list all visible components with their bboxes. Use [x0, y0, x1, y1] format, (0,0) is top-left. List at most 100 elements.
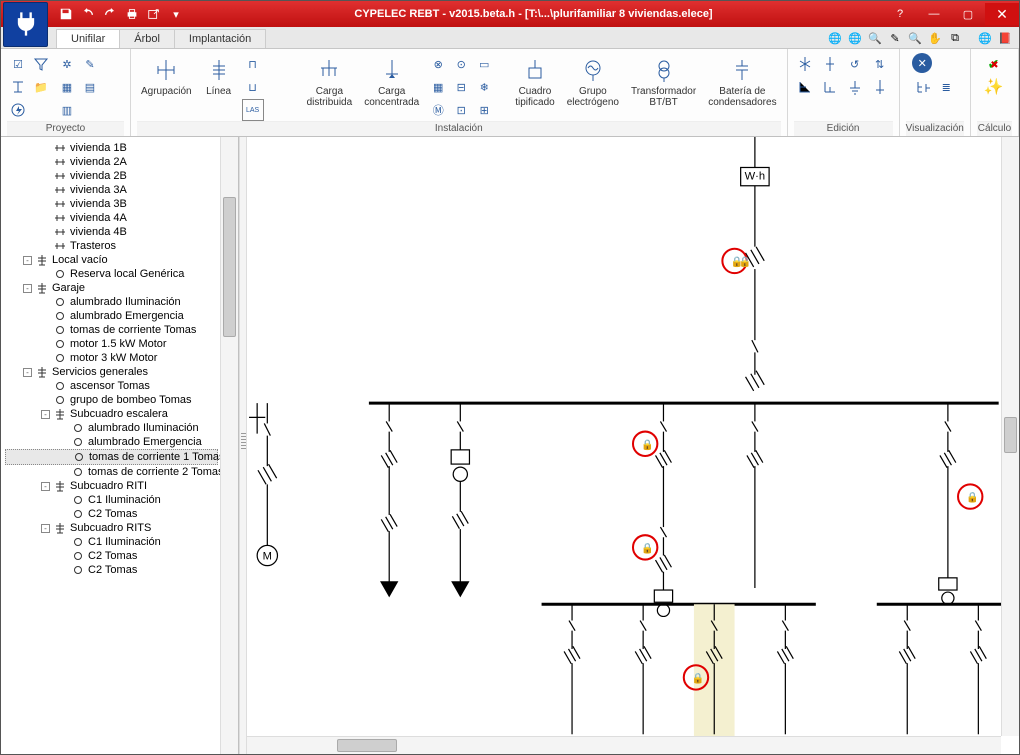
- tree-item[interactable]: alumbrado Emergencia: [5, 309, 218, 323]
- branch1-icon[interactable]: [794, 76, 816, 98]
- box-icon[interactable]: ▭: [473, 53, 495, 75]
- tree-item[interactable]: vivienda 3B: [5, 197, 218, 211]
- grid-icon[interactable]: ▤: [79, 76, 101, 98]
- rotate-icon[interactable]: ↺: [844, 53, 866, 75]
- tree-item[interactable]: grupo de bombeo Tomas: [5, 393, 218, 407]
- tree-toggle-icon[interactable]: -: [41, 524, 50, 533]
- linea-button[interactable]: Línea: [200, 53, 238, 99]
- print-icon[interactable]: [124, 6, 140, 22]
- book-icon[interactable]: 📕: [997, 30, 1013, 46]
- canvas-h-scrollbar[interactable]: [247, 736, 1001, 754]
- tree-item[interactable]: tomas de corriente Tomas: [5, 323, 218, 337]
- tree-item[interactable]: motor 3 kW Motor: [5, 351, 218, 365]
- maximize-button[interactable]: ▢: [951, 3, 985, 25]
- tree-item[interactable]: C1 Iluminación: [5, 493, 218, 507]
- socket-icon[interactable]: ⊙: [450, 53, 472, 75]
- splitter-handle[interactable]: [239, 137, 247, 754]
- tree-item[interactable]: vivienda 1B: [5, 141, 218, 155]
- tree-item[interactable]: -Garaje: [5, 281, 218, 295]
- swap-icon[interactable]: ⇅: [869, 53, 891, 75]
- tree-item[interactable]: vivienda 2B: [5, 169, 218, 183]
- agrupacion-button[interactable]: Agrupación: [137, 53, 196, 99]
- tree-toggle-icon[interactable]: -: [23, 368, 32, 377]
- close-button[interactable]: ✕: [985, 3, 1019, 25]
- tree-item[interactable]: C2 Tomas: [5, 507, 218, 521]
- grupo-electrogeno-button[interactable]: Grupo electrógeno: [563, 53, 623, 110]
- project-tree[interactable]: vivienda 1Bvivienda 2Avivienda 2B viviend…: [1, 137, 220, 754]
- tree-item[interactable]: Trasteros: [5, 239, 218, 253]
- tab-implantacion[interactable]: Implantación: [174, 29, 266, 48]
- tree-diagram-icon[interactable]: [7, 76, 29, 98]
- cut-pole-icon[interactable]: [794, 53, 816, 75]
- tab-unifilar[interactable]: Unifilar: [56, 29, 120, 48]
- tree-item[interactable]: vivienda 2A: [5, 155, 218, 169]
- tree-item[interactable]: -Subcuadro RITS: [5, 521, 218, 535]
- tree-item[interactable]: motor 1.5 kW Motor: [5, 337, 218, 351]
- hand-pan-icon[interactable]: ✋: [927, 30, 943, 46]
- doc-icon[interactable]: ▥: [56, 99, 78, 121]
- funnel-icon[interactable]: [30, 53, 52, 75]
- outlet-icon[interactable]: ⊡: [450, 99, 472, 121]
- tree-item[interactable]: ascensor Tomas: [5, 379, 218, 393]
- transformador-button[interactable]: Transformador BT/BT: [627, 53, 700, 110]
- globe-refresh-icon[interactable]: 🌐: [827, 30, 843, 46]
- carga-concentrada-button[interactable]: Carga concentrada: [360, 53, 423, 110]
- tree-toggle-icon[interactable]: -: [23, 256, 32, 265]
- tree-item[interactable]: alumbrado Emergencia: [5, 435, 218, 449]
- tree-item[interactable]: Reserva local Genérica: [5, 267, 218, 281]
- carga-distribuida-button[interactable]: Carga distribuida: [303, 53, 357, 110]
- load-sm-icon[interactable]: ⊓: [242, 53, 264, 75]
- tree-toggle-icon[interactable]: -: [41, 410, 50, 419]
- screen-icon[interactable]: ⊟: [450, 76, 472, 98]
- app-menu-icon[interactable]: [3, 2, 48, 47]
- lamp-icon[interactable]: ⊗: [427, 53, 449, 75]
- tree-item[interactable]: -Subcuadro escalera: [5, 407, 218, 421]
- las-sm-icon[interactable]: LAS: [242, 99, 264, 121]
- lightning-icon[interactable]: [7, 99, 29, 121]
- check-green-icon[interactable]: ✔✖: [982, 53, 1004, 75]
- zoom-out-icon[interactable]: 🔍: [867, 30, 883, 46]
- export-icon[interactable]: [146, 6, 162, 22]
- close-round-icon[interactable]: ✕: [912, 53, 932, 73]
- motor-sm-icon[interactable]: Ⓜ: [427, 99, 449, 121]
- tree-item[interactable]: vivienda 4B: [5, 225, 218, 239]
- layers-icon[interactable]: ≣: [935, 76, 957, 98]
- pencil2-icon[interactable]: ✎: [79, 53, 101, 75]
- tab-arbol[interactable]: Árbol: [119, 29, 175, 48]
- tree-item[interactable]: alumbrado Iluminación: [5, 295, 218, 309]
- save-icon[interactable]: [58, 6, 74, 22]
- tree-item[interactable]: -Servicios generales: [5, 365, 218, 379]
- tree-item[interactable]: tomas de corriente 2 Tomas: [5, 465, 218, 479]
- copy-icon[interactable]: ⧉: [947, 30, 963, 46]
- undo-icon[interactable]: [80, 6, 96, 22]
- node-icon[interactable]: [819, 53, 841, 75]
- web-icon[interactable]: 🌐: [977, 30, 993, 46]
- bateria-condensadores-button[interactable]: Batería de condensadores: [704, 53, 780, 110]
- tree-toggle-icon[interactable]: -: [23, 284, 32, 293]
- single-line-diagram[interactable]: W·h 🔒🔒 M: [247, 137, 1019, 736]
- calc-icon[interactable]: ▦: [56, 76, 78, 98]
- tree-item[interactable]: alumbrado Iluminación: [5, 421, 218, 435]
- tree-item[interactable]: C2 Tomas: [5, 549, 218, 563]
- check-icon[interactable]: ☑: [7, 53, 29, 75]
- tree-item[interactable]: C2 Tomas: [5, 563, 218, 577]
- pencil-icon[interactable]: ✎: [887, 30, 903, 46]
- tree-item[interactable]: -Local vacío: [5, 253, 218, 267]
- branch2-icon[interactable]: [819, 76, 841, 98]
- help-button[interactable]: ?: [883, 3, 917, 25]
- tree-expand-icon[interactable]: [912, 76, 934, 98]
- ground-icon[interactable]: [844, 76, 866, 98]
- cuadro-tipificado-button[interactable]: Cuadro tipificado: [511, 53, 558, 110]
- gear-icon[interactable]: ✲: [56, 53, 78, 75]
- ac-icon[interactable]: ❄: [473, 76, 495, 98]
- tree-item[interactable]: C1 Iluminación: [5, 535, 218, 549]
- tree-scrollbar[interactable]: [220, 137, 238, 754]
- minimize-button[interactable]: —: [917, 3, 951, 25]
- qat-dropdown-icon[interactable]: ▾: [168, 6, 184, 22]
- tree-item[interactable]: tomas de corriente 1 Tomas: [5, 449, 218, 465]
- globe-icon[interactable]: 🌐: [847, 30, 863, 46]
- pole-ground-icon[interactable]: [869, 76, 891, 98]
- folders-icon[interactable]: 📁: [30, 76, 52, 98]
- canvas-v-scrollbar[interactable]: [1001, 137, 1019, 736]
- conn-icon[interactable]: ⊞: [473, 99, 495, 121]
